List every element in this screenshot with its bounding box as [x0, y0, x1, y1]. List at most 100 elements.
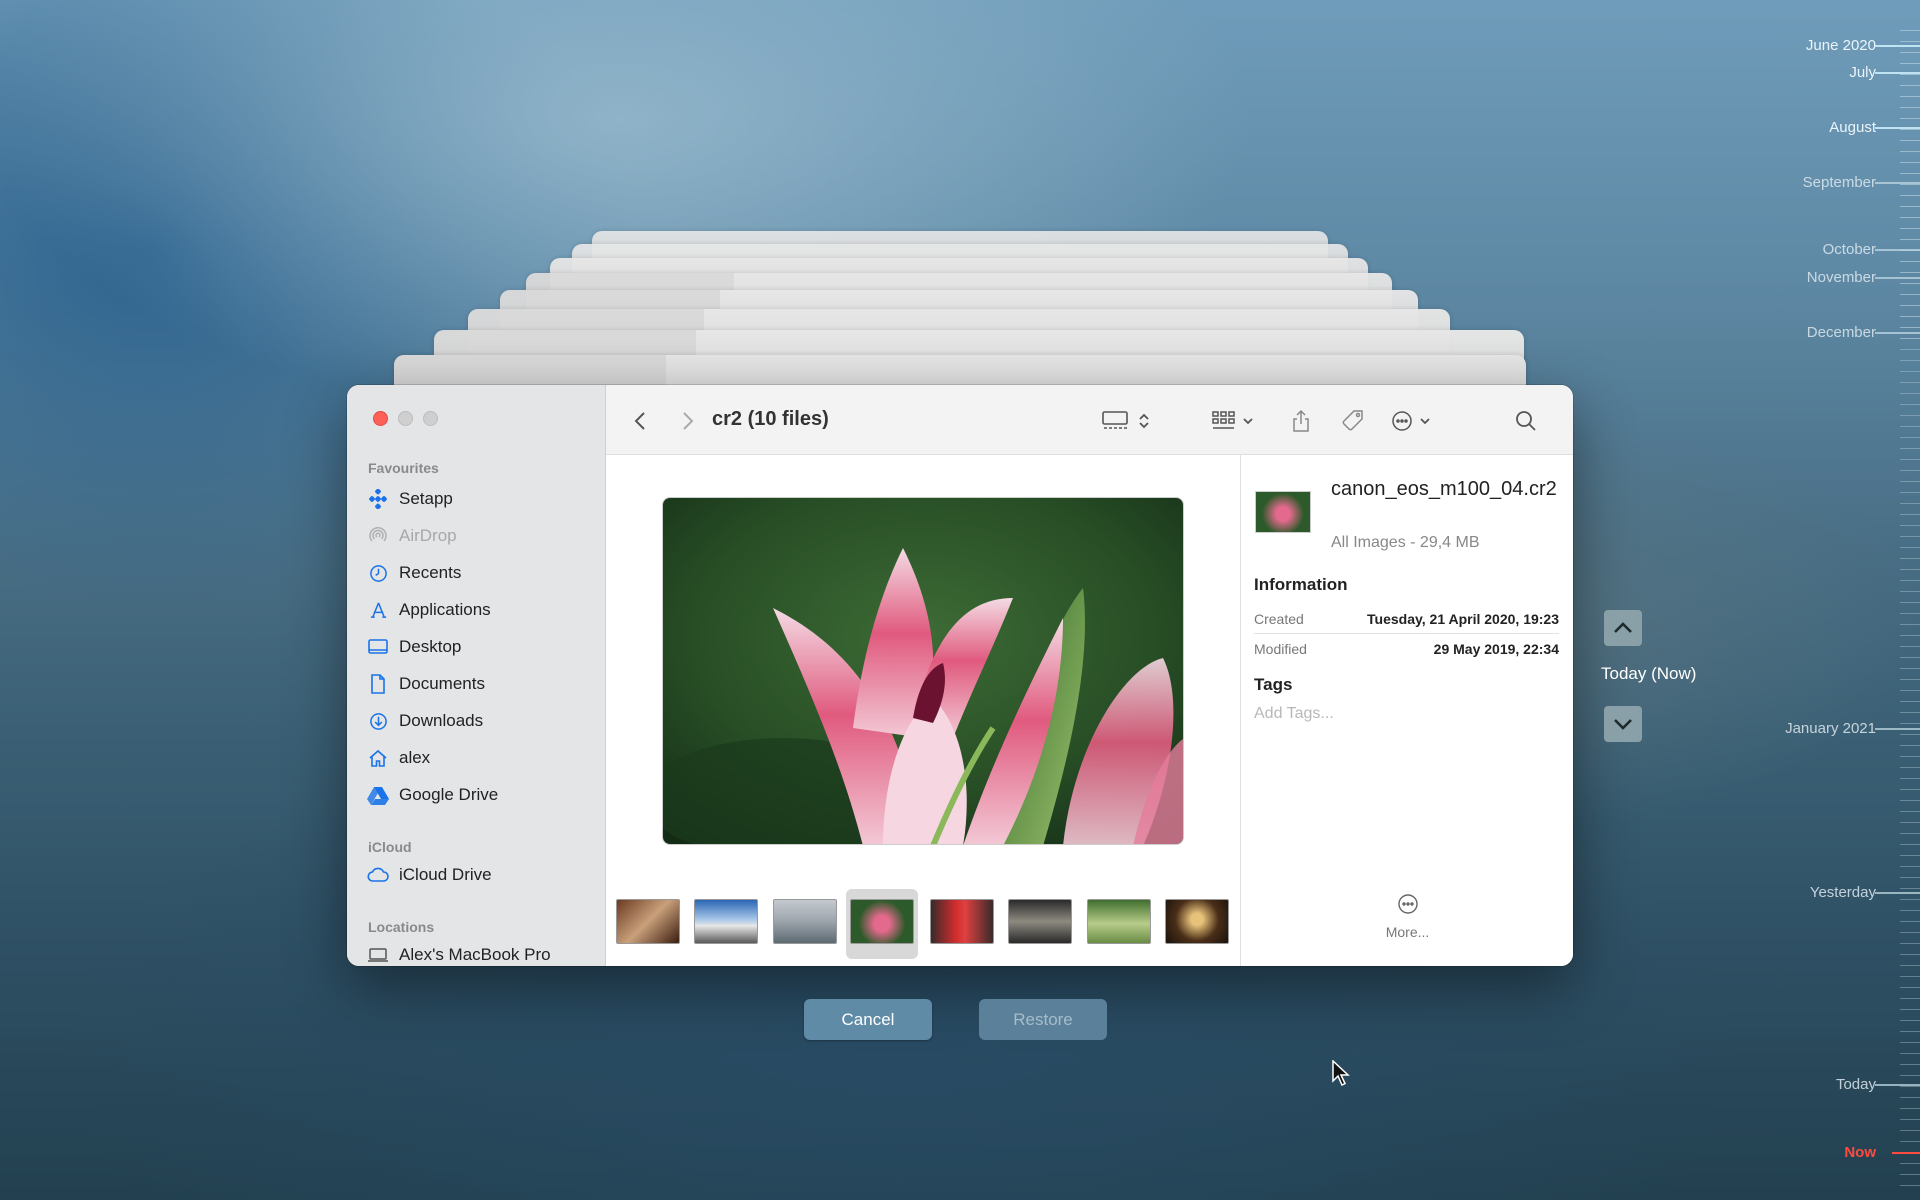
- timeline-label[interactable]: Yesterday: [1810, 884, 1876, 901]
- cancel-button[interactable]: Cancel: [804, 999, 932, 1040]
- section-locations: Locations: [368, 919, 435, 935]
- window-title: cr2 (10 files): [712, 408, 829, 430]
- gallery-view: [606, 455, 1240, 966]
- thumbnail-strip: [606, 883, 1240, 959]
- sidebar-item-desktop[interactable]: Desktop: [367, 632, 597, 662]
- timeline-minor-tick: [1900, 448, 1920, 449]
- thumbnail[interactable]: [773, 899, 837, 944]
- timeline-label[interactable]: November: [1807, 269, 1876, 286]
- timeline-label[interactable]: July: [1849, 64, 1876, 81]
- modified-label: Modified: [1254, 641, 1307, 657]
- timeline-label[interactable]: September: [1803, 174, 1876, 191]
- timeline-minor-tick: [1900, 283, 1920, 284]
- sidebar-item-label: alex: [399, 748, 431, 767]
- timeline-minor-tick: [1900, 63, 1920, 64]
- timeline-label[interactable]: August: [1829, 119, 1876, 136]
- timeline-minor-tick: [1900, 723, 1920, 724]
- modified-value: 29 May 2019, 22:34: [1433, 641, 1559, 657]
- thumbnail[interactable]: [930, 899, 994, 944]
- cloud-icon: [367, 864, 389, 886]
- timeline-tick: [1875, 892, 1920, 894]
- timeline-minor-tick: [1900, 140, 1920, 141]
- timeline-minor-tick: [1900, 888, 1920, 889]
- view-mode-button[interactable]: [1096, 407, 1156, 435]
- thumbnail[interactable]: [850, 899, 914, 944]
- thumbnail[interactable]: [1087, 899, 1151, 944]
- timeline-minor-tick: [1900, 118, 1920, 119]
- timeline-label[interactable]: Today: [1836, 1076, 1876, 1093]
- timeline-minor-tick: [1900, 349, 1920, 350]
- timeline-minor-tick: [1900, 1130, 1920, 1131]
- timeline-label[interactable]: October: [1823, 241, 1876, 258]
- timeline-minor-tick: [1900, 668, 1920, 669]
- timeline-minor-tick: [1900, 910, 1920, 911]
- timeline-minor-tick: [1900, 954, 1920, 955]
- thumbnail[interactable]: [616, 899, 680, 944]
- add-tags-field[interactable]: Add Tags...: [1254, 705, 1334, 723]
- created-label: Created: [1254, 610, 1304, 627]
- minimize-button[interactable]: [398, 411, 413, 426]
- sidebar-item-setapp[interactable]: Setapp: [367, 484, 597, 514]
- timeline-minor-tick: [1900, 360, 1920, 361]
- thumbnail[interactable]: [1165, 899, 1229, 944]
- timeline-label[interactable]: December: [1807, 324, 1876, 341]
- sidebar-item-google-drive[interactable]: Google Drive: [367, 780, 597, 810]
- next-backup-button[interactable]: [1604, 706, 1642, 742]
- timeline-minor-tick: [1900, 1064, 1920, 1065]
- sidebar-item-icloud-drive[interactable]: iCloud Drive: [367, 860, 597, 890]
- timeline-minor-tick: [1900, 789, 1920, 790]
- sidebar-item-macbook[interactable]: Alex's MacBook Pro: [367, 940, 597, 966]
- grid-icon: [1212, 411, 1235, 429]
- search-button[interactable]: [1511, 407, 1541, 435]
- group-button[interactable]: [1208, 407, 1258, 435]
- action-menu-button[interactable]: [1386, 407, 1436, 435]
- sidebar-item-alex[interactable]: alex: [367, 743, 597, 773]
- timeline-label[interactable]: June 2020: [1806, 37, 1876, 54]
- timeline-minor-tick: [1900, 712, 1920, 713]
- timeline-minor-tick: [1900, 1097, 1920, 1098]
- timeline-minor-tick: [1900, 96, 1920, 97]
- close-button[interactable]: [373, 411, 388, 426]
- timeline-minor-tick: [1900, 426, 1920, 427]
- timeline-minor-tick: [1900, 877, 1920, 878]
- timeline-minor-tick: [1900, 987, 1920, 988]
- sidebar-item-airdrop[interactable]: AirDrop: [367, 521, 597, 551]
- back-button[interactable]: [630, 407, 650, 435]
- forward-button[interactable]: [678, 407, 698, 435]
- sidebar-item-recents[interactable]: Recents: [367, 558, 597, 588]
- timeline-minor-tick: [1900, 646, 1920, 647]
- timeline-minor-tick: [1900, 173, 1920, 174]
- timeline-minor-tick: [1900, 470, 1920, 471]
- thumbnail[interactable]: [1008, 899, 1072, 944]
- timeline-minor-tick: [1900, 459, 1920, 460]
- sidebar-item-downloads[interactable]: Downloads: [367, 706, 597, 736]
- tag-icon: [1342, 410, 1363, 431]
- image-preview[interactable]: [662, 497, 1184, 845]
- restore-button[interactable]: Restore: [979, 999, 1107, 1040]
- timeline-minor-tick: [1900, 217, 1920, 218]
- timeline-minor-tick: [1900, 228, 1920, 229]
- timeline-minor-tick: [1900, 1185, 1920, 1186]
- created-value: Tuesday, 21 April 2020, 19:23: [1367, 610, 1559, 627]
- timeline-minor-tick: [1900, 107, 1920, 108]
- share-button[interactable]: [1286, 407, 1316, 435]
- thumbnail[interactable]: [694, 899, 758, 944]
- timeline-minor-tick: [1900, 52, 1920, 53]
- timeline-minor-tick: [1900, 822, 1920, 823]
- timeline-tick: [1875, 249, 1920, 251]
- tags-heading: Tags: [1254, 675, 1293, 694]
- timeline-tick: [1875, 182, 1920, 184]
- tag-button[interactable]: [1338, 407, 1368, 435]
- timeline-label[interactable]: January 2021: [1785, 720, 1876, 737]
- timeline-minor-tick: [1900, 1086, 1920, 1087]
- sidebar-item-applications[interactable]: Applications: [367, 595, 597, 625]
- zoom-button[interactable]: [423, 411, 438, 426]
- sidebar-item-documents[interactable]: Documents: [367, 669, 597, 699]
- timeline-minor-tick: [1900, 833, 1920, 834]
- timeline[interactable]: June 2020 July August September October …: [1740, 0, 1920, 1200]
- timeline-minor-tick: [1900, 382, 1920, 383]
- timeline-tick: [1875, 127, 1920, 129]
- previous-backup-button[interactable]: [1604, 610, 1642, 646]
- more-button[interactable]: More...: [1241, 893, 1573, 940]
- timeline-label-now[interactable]: Now: [1844, 1144, 1876, 1161]
